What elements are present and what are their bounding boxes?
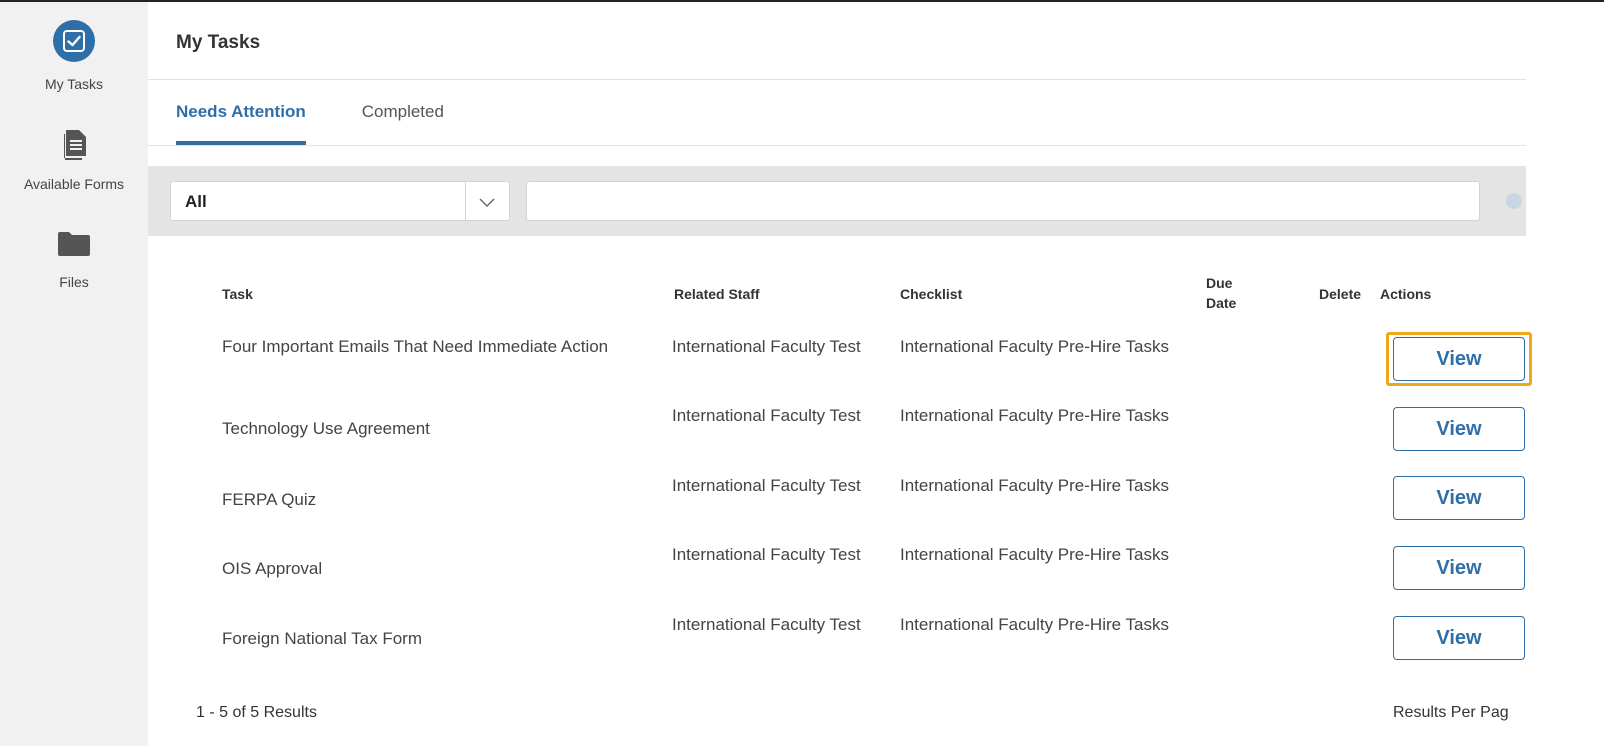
table-cell-related-staff: International Faculty Test — [672, 406, 861, 425]
select-divider — [465, 182, 466, 220]
table-cell-related-staff: International Faculty Test — [672, 476, 861, 495]
column-header-due-date: Due Date — [1206, 275, 1237, 311]
title-divider — [148, 79, 1526, 80]
document-icon — [62, 130, 86, 160]
view-button[interactable]: View — [1393, 476, 1525, 520]
table-cell-related-staff: International Faculty Test — [672, 337, 861, 356]
nav-item-available-forms[interactable]: Available Forms — [0, 130, 148, 192]
column-header-actions: Actions — [1380, 286, 1432, 302]
view-button[interactable]: View — [1393, 407, 1525, 451]
tab-needs-attention[interactable]: Needs Attention — [176, 102, 306, 146]
column-header-related-staff: Related Staff — [674, 286, 760, 302]
column-header-checklist: Checklist — [900, 286, 963, 302]
search-input[interactable] — [526, 181, 1480, 221]
filter-bar: All — [148, 166, 1526, 236]
page-title: My Tasks — [176, 32, 261, 53]
table-cell-task: Four Important Emails That Need Immediat… — [222, 337, 609, 356]
task-filter-select[interactable]: All — [170, 181, 510, 221]
checkbox-icon — [53, 20, 95, 62]
tabs-divider — [148, 145, 1526, 146]
view-button[interactable]: View — [1393, 546, 1525, 590]
table-cell-checklist: International Faculty Pre-Hire Tasks — [900, 545, 1169, 564]
table-cell-checklist: International Faculty Pre-Hire Tasks — [900, 406, 1169, 425]
main-content: My Tasks Needs Attention Completed All T… — [148, 2, 1532, 746]
table-cell-checklist: International Faculty Pre-Hire Tasks — [900, 615, 1169, 634]
table-cell-checklist: International Faculty Pre-Hire Tasks — [900, 337, 1169, 356]
folder-icon — [58, 232, 90, 256]
view-button[interactable]: View — [1393, 616, 1525, 660]
nav-item-my-tasks[interactable]: My Tasks — [0, 20, 148, 92]
left-nav-rail: My Tasks Available Forms Files — [0, 2, 148, 746]
table-cell-task: Technology Use Agreement — [222, 419, 430, 438]
view-button[interactable]: View — [1393, 337, 1525, 381]
task-filter-value: All — [185, 192, 207, 211]
nav-item-files[interactable]: Files — [0, 232, 148, 290]
nav-item-label: My Tasks — [44, 76, 104, 92]
tab-completed[interactable]: Completed — [362, 102, 444, 146]
results-count: 1 - 5 of 5 Results — [196, 704, 317, 721]
tab-bar: Needs Attention Completed — [176, 102, 500, 146]
nav-item-label: Available Forms — [23, 176, 125, 192]
table-cell-checklist: International Faculty Pre-Hire Tasks — [900, 476, 1169, 495]
chevron-down-icon — [479, 198, 495, 207]
add-filter-icon[interactable] — [1506, 193, 1522, 209]
column-header-delete: Delete — [1319, 286, 1362, 302]
results-per-page-label: Results Per Pag — [1393, 704, 1509, 721]
table-cell-related-staff: International Faculty Test — [672, 615, 861, 634]
nav-item-label: Files — [59, 274, 89, 290]
table-cell-task: Foreign National Tax Form — [222, 629, 422, 648]
table-cell-task: OIS Approval — [222, 559, 323, 578]
table-cell-task: FERPA Quiz — [222, 490, 317, 509]
column-header-task: Task — [222, 286, 253, 302]
table-cell-related-staff: International Faculty Test — [672, 545, 861, 564]
